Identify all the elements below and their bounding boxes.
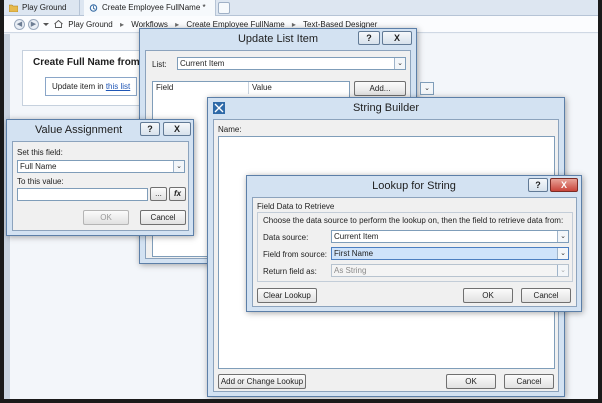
return-field-select[interactable]: As String ⌄ [331,264,569,277]
chevron-down-icon[interactable]: ⌄ [557,248,568,259]
help-button[interactable]: ? [358,31,380,45]
breadcrumb-item[interactable]: Play Ground [68,20,112,29]
app-window: Play Ground Create Employee FullName * ◀… [4,0,598,399]
add-button[interactable]: Add... [354,81,406,96]
tab-bar: Play Ground Create Employee FullName * [4,0,598,16]
help-button[interactable]: ? [140,122,160,136]
instruction-text: Choose the data source to perform the lo… [263,216,564,225]
set-field-select[interactable]: Full Name ⌄ [17,160,185,173]
return-field-value: As String [334,266,367,275]
chevron-down-icon[interactable]: ⌄ [557,231,568,242]
forward-button[interactable]: ▶ [28,19,39,30]
close-button[interactable]: X [382,31,412,45]
clear-lookup-button[interactable]: Clear Lookup [257,288,317,303]
workflow-action: Update item in this list [45,77,138,96]
list-select[interactable]: Current Item ⌄ [177,57,406,70]
cancel-button[interactable]: Cancel [140,210,186,225]
list-value: Current Item [180,59,225,68]
data-source-label: Data source: [263,233,309,242]
dialog-title: String Builder [352,102,420,114]
browse-button[interactable]: ... [150,187,167,201]
new-tab-button[interactable] [218,2,230,14]
column-header-field[interactable]: Field [153,82,249,94]
value-assignment-dialog: Value Assignment ? X Set this field: Ful… [6,119,194,236]
field-from-source-select[interactable]: First Name ⌄ [331,247,569,260]
field-from-source-label: Field from source: [263,250,328,259]
set-field-label: Set this field: [17,148,63,157]
set-field-value: Full Name [20,162,57,171]
chevron-down-icon[interactable]: ⌄ [557,265,568,276]
tab-play-ground[interactable]: Play Ground [4,0,80,16]
workflow-icon [89,4,98,12]
name-label: Name: [218,125,242,134]
ok-button[interactable]: OK [463,288,513,303]
ok-button[interactable]: OK [446,374,496,389]
action-text: Update item in [52,82,106,91]
group-label: Field Data to Retrieve [257,202,335,211]
chevron-down-icon[interactable]: ⌄ [394,58,405,69]
ok-button[interactable]: OK [83,210,129,225]
folder-icon [9,4,18,12]
dialog-body: Set this field: Full Name ⌄ To this valu… [12,141,189,231]
data-source-select[interactable]: Current Item ⌄ [331,230,569,243]
close-button[interactable]: X [163,122,191,136]
add-change-lookup-button[interactable]: Add or Change Lookup [218,374,306,389]
cancel-button[interactable]: Cancel [521,288,571,303]
chevron-down-icon[interactable]: ⌄ [173,161,184,172]
field-from-source-value: First Name [334,249,374,258]
data-source-value: Current Item [334,232,379,241]
chevron-down-icon[interactable]: ⌄ [421,83,433,94]
this-list-link[interactable]: this list [106,82,130,91]
return-field-label: Return field as: [263,267,317,276]
workflow-step-title: Create Full Name from Fi [33,57,152,68]
background-dropdown[interactable]: ⌄ [420,82,434,95]
column-header-value[interactable]: Value [249,82,350,94]
close-button[interactable]: X [550,178,578,192]
chevron-right-icon: ▸ [119,20,124,29]
tab-create-employee-fullname[interactable]: Create Employee FullName * [84,0,216,16]
to-value-input[interactable] [17,188,148,201]
dropdown-arrow-icon[interactable] [42,20,50,28]
help-button[interactable]: ? [528,178,548,192]
list-label: List: [152,60,167,69]
home-icon [54,20,63,28]
lookup-for-string-dialog: Lookup for String ? X Field Data to Retr… [246,175,582,312]
tab-label: Create Employee FullName * [102,3,206,12]
cancel-button[interactable]: Cancel [504,374,554,389]
back-button[interactable]: ◀ [14,19,25,30]
dialog-body: Field Data to Retrieve Choose the data s… [252,197,577,307]
to-value-label: To this value: [17,177,64,186]
tab-label: Play Ground [22,3,67,12]
function-button[interactable]: fx [169,187,186,201]
